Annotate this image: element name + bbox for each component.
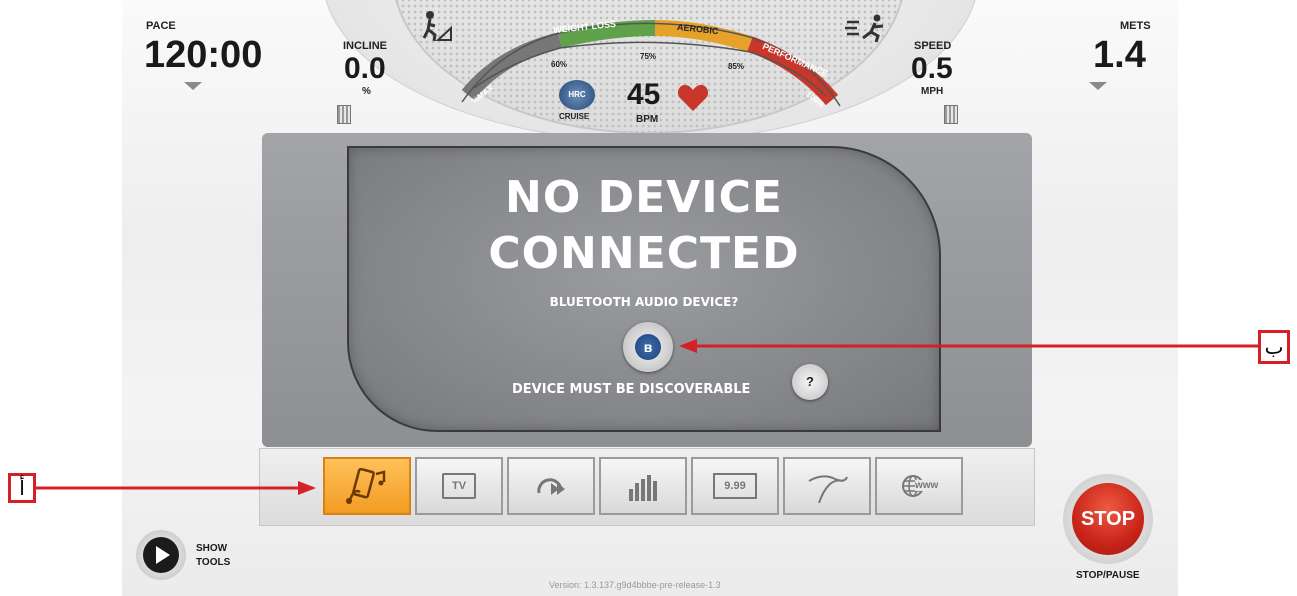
callout-arrows <box>34 339 1258 495</box>
callout-label-a: أ <box>8 473 36 503</box>
callout-label-b: ب <box>1258 330 1290 364</box>
